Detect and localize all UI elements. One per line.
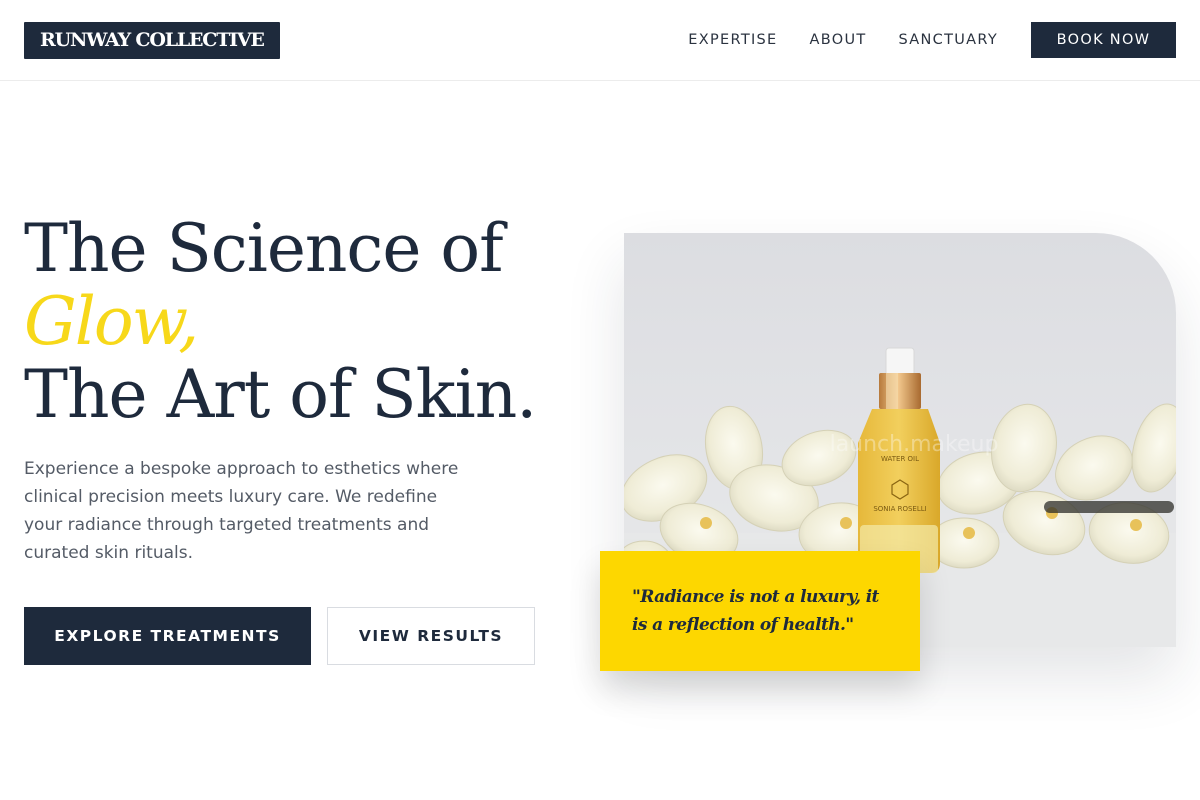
image-watermark: launch.makeup — [830, 432, 999, 457]
nav-link-sanctuary[interactable]: SANCTUARY — [899, 32, 998, 48]
headline-line-1: The Science of — [24, 210, 504, 287]
quote-text: "Radiance is not a luxury, it is a refle… — [632, 587, 879, 635]
view-results-button[interactable]: VIEW RESULTS — [327, 607, 535, 665]
headline-line-3: The Art of Skin. — [24, 356, 537, 433]
serum-bottle: WATER OIL SONIA ROSELLI — [858, 347, 940, 573]
explore-treatments-button[interactable]: EXPLORE TREATMENTS — [24, 607, 311, 665]
hero-lead-text: Experience a bespoke approach to estheti… — [24, 459, 459, 563]
headline-accent: Glow, — [24, 283, 199, 360]
main-nav: EXPERTISE ABOUT SANCTUARY BOOK NOW — [688, 22, 1176, 58]
hero-headline: The Science of Glow, The Art of Skin. — [24, 210, 537, 433]
bottle-label-2: SONIA ROSELLI — [873, 505, 926, 513]
brand-logo[interactable]: RUNWAY COLLECTIVE — [24, 22, 280, 59]
nav-link-about[interactable]: ABOUT — [810, 32, 867, 48]
site-header: RUNWAY COLLECTIVE EXPERTISE ABOUT SANCTU… — [0, 0, 1200, 81]
book-now-button[interactable]: BOOK NOW — [1031, 22, 1176, 58]
nav-link-expertise[interactable]: EXPERTISE — [688, 32, 777, 48]
quote-card: "Radiance is not a luxury, it is a refle… — [600, 551, 920, 671]
